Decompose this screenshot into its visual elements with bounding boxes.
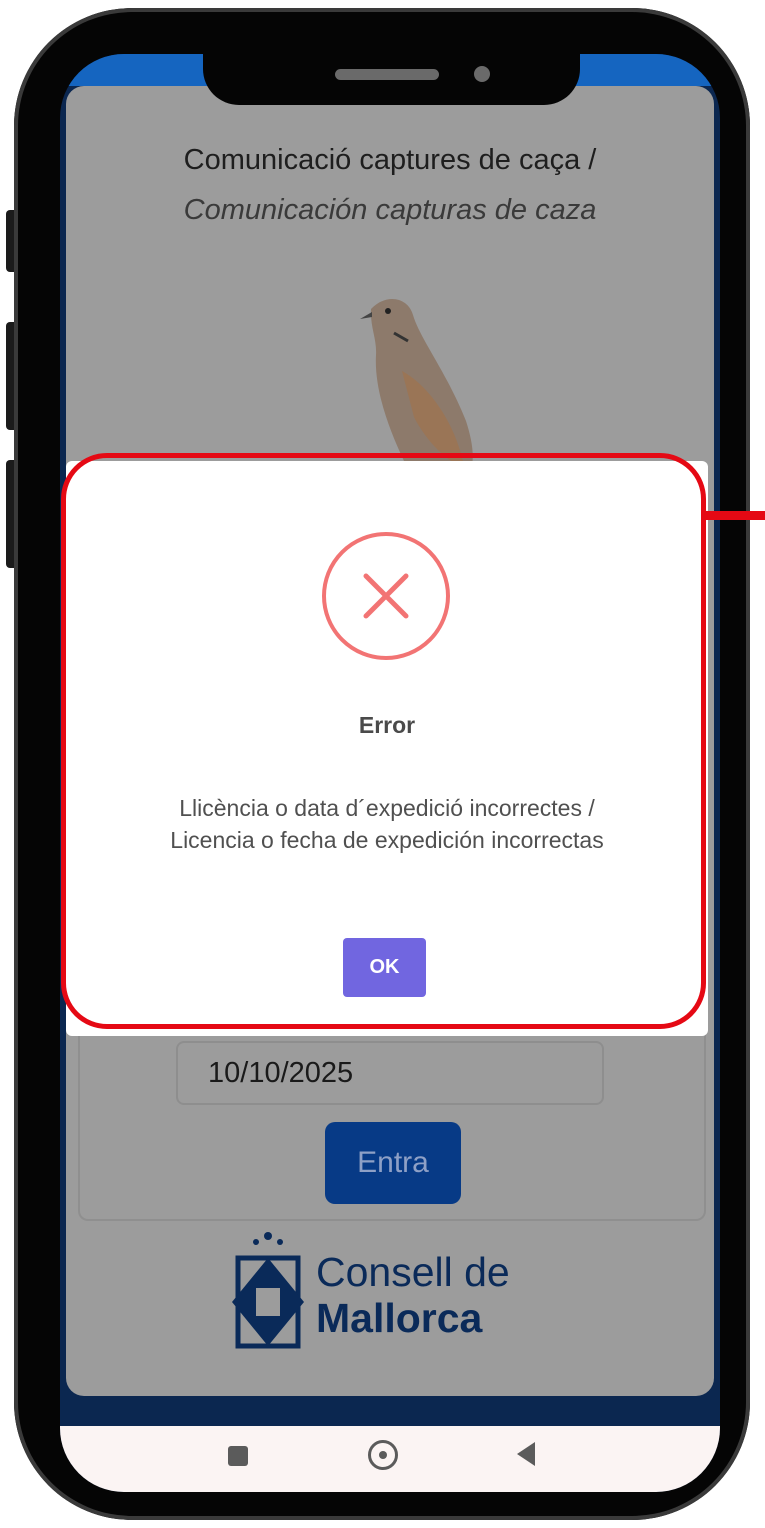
front-camera [474,66,490,82]
page-subtitle: Comunicación capturas de caza [183,194,597,226]
speaker-grille [335,69,439,80]
recent-apps-icon[interactable] [228,1446,248,1466]
highlight-connector [706,511,765,520]
home-icon[interactable] [368,1440,398,1470]
consell-de-mallorca-logo-emblem [232,1232,304,1349]
highlight-frame [61,453,706,1029]
back-icon[interactable] [517,1442,535,1466]
enter-button[interactable]: Entra [325,1122,461,1204]
issue-date-field[interactable]: 10/10/2025 [176,1041,604,1105]
logo-text-line2: Mallorca [316,1295,483,1341]
issue-date-value: 10/10/2025 [208,1057,354,1089]
page-title: Comunicació captures de caça / [183,144,597,176]
system-navigation-bar [60,1426,720,1492]
logo-text-line1: Consell de [316,1249,510,1295]
status-bar [560,54,720,86]
status-bar [60,54,220,86]
home-icon-dot [379,1451,387,1459]
